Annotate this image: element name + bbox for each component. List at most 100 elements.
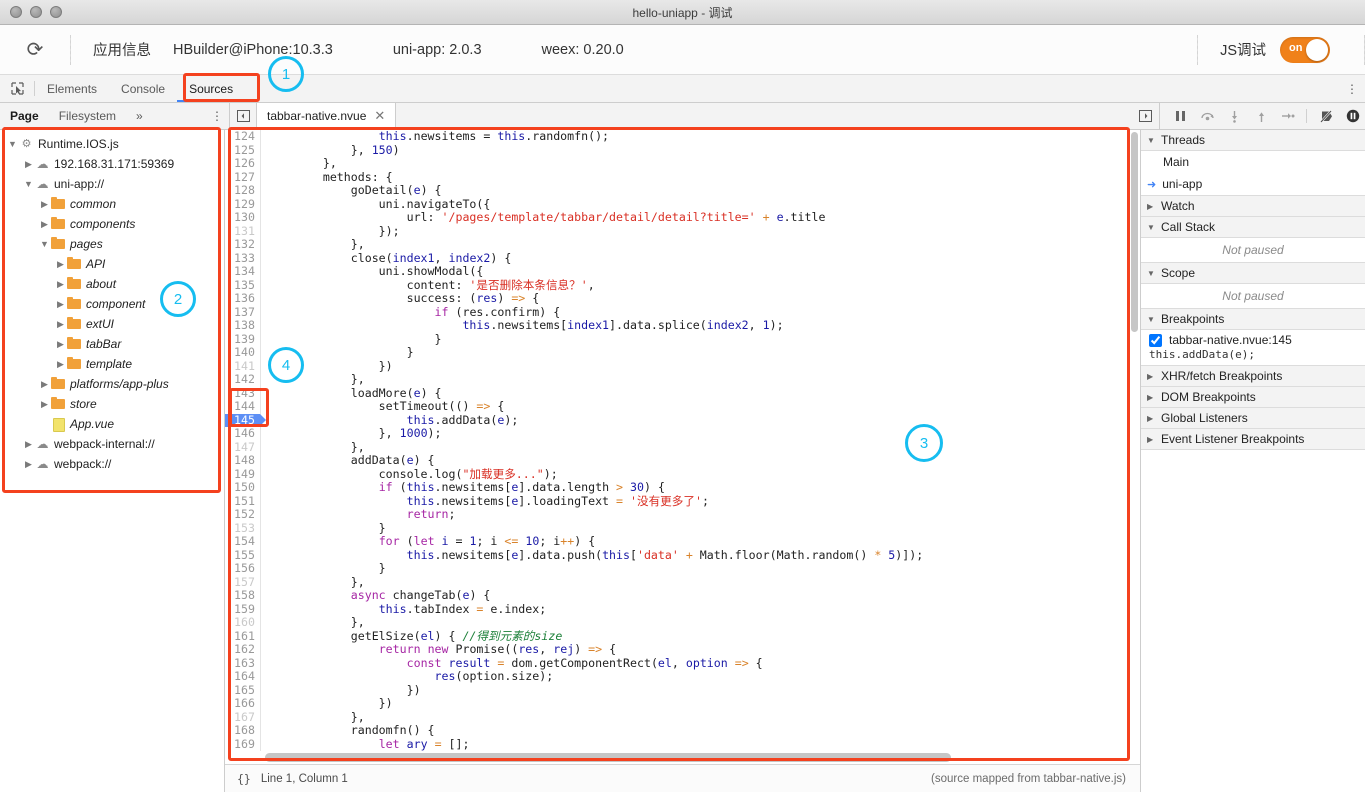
code-line[interactable]: this.newsitems[e].data.push(this['data' … <box>267 548 1140 563</box>
line-number[interactable]: 133 <box>225 251 260 266</box>
line-number[interactable]: 156 <box>225 561 260 576</box>
line-number[interactable]: 157 <box>225 575 260 590</box>
kebab-menu-icon[interactable]: ⋮ <box>1339 75 1365 102</box>
step-over-button[interactable] <box>1195 106 1220 126</box>
line-number[interactable]: 128 <box>225 183 260 198</box>
line-number[interactable]: 166 <box>225 696 260 711</box>
code-line[interactable]: randomfn() { <box>267 723 1140 738</box>
line-number[interactable]: 154 <box>225 534 260 549</box>
pause-resume-button[interactable] <box>1168 106 1193 126</box>
line-number[interactable]: 138 <box>225 318 260 333</box>
line-number[interactable]: 132 <box>225 237 260 252</box>
code-line[interactable]: }) <box>267 683 1140 698</box>
line-number[interactable]: 147 <box>225 440 260 455</box>
tree-item-app-vue[interactable]: App.vue <box>0 414 224 434</box>
line-number[interactable]: 149 <box>225 467 260 482</box>
line-number[interactable]: 168 <box>225 723 260 738</box>
code-line[interactable]: uni.navigateTo({ <box>267 197 1140 212</box>
twisty-collapsed-icon[interactable]: ▶ <box>38 379 51 390</box>
js-debug-toggle[interactable]: on <box>1280 36 1330 63</box>
twisty-collapsed-icon[interactable]: ▶ <box>54 359 67 370</box>
tree-item-webpack-internal[interactable]: ▶ ☁ webpack-internal:// <box>0 434 224 454</box>
code-line[interactable]: this.newsitems[e].loadingText = '没有更多了'; <box>267 494 1140 509</box>
twisty-expanded-icon[interactable]: ▼ <box>38 239 51 249</box>
code-line[interactable]: const result = dom.getComponentRect(el, … <box>267 656 1140 671</box>
line-number[interactable]: 153 <box>225 521 260 536</box>
line-number[interactable]: 145 <box>225 413 266 427</box>
line-number[interactable]: 131 <box>225 224 260 239</box>
code-line[interactable]: }, 150) <box>267 143 1140 158</box>
twisty-collapsed-icon[interactable]: ▶ <box>54 279 67 290</box>
tree-item-api[interactable]: ▶ API <box>0 254 224 274</box>
line-number[interactable]: 137 <box>225 305 260 320</box>
twisty-collapsed-icon[interactable]: ▶ <box>22 459 35 470</box>
line-number[interactable]: 159 <box>225 602 260 617</box>
line-number[interactable]: 141 <box>225 359 260 374</box>
tab-sources[interactable]: Sources <box>177 75 246 102</box>
line-number[interactable]: 155 <box>225 548 260 563</box>
code-line[interactable]: goDetail(e) { <box>267 183 1140 198</box>
navigator-kebab-menu-icon[interactable]: ⋮ <box>205 103 229 129</box>
reload-icon[interactable]: ⟳ <box>0 40 70 60</box>
line-number[interactable]: 129 <box>225 197 260 212</box>
section-call-stack[interactable]: ▼ Call Stack <box>1141 217 1365 238</box>
code-line[interactable]: addData(e) { <box>267 453 1140 468</box>
code-line[interactable]: }, <box>267 156 1140 171</box>
vertical-scrollbar[interactable] <box>1131 132 1138 332</box>
twisty-collapsed-icon[interactable]: ▶ <box>38 219 51 230</box>
code-line[interactable]: }) <box>267 359 1140 374</box>
tree-item-common[interactable]: ▶ common <box>0 194 224 214</box>
tree-item-extui[interactable]: ▶ extUI <box>0 314 224 334</box>
code-line[interactable]: }, <box>267 237 1140 252</box>
twisty-collapsed-icon[interactable]: ▶ <box>22 159 35 170</box>
twisty-collapsed-icon[interactable]: ▶ <box>54 259 67 270</box>
code-line[interactable]: }, <box>267 710 1140 725</box>
code-line[interactable]: success: (res) => { <box>267 291 1140 306</box>
inspect-element-icon[interactable] <box>0 75 34 102</box>
line-number[interactable]: 144 <box>225 399 260 414</box>
nav-tab-page[interactable]: Page <box>0 103 49 129</box>
tree-item-192-168-31-171-59369[interactable]: ▶ ☁ 192.168.31.171:59369 <box>0 154 224 174</box>
code-line[interactable]: close(index1, index2) { <box>267 251 1140 266</box>
twisty-collapsed-icon[interactable]: ▶ <box>38 199 51 210</box>
code-line[interactable]: url: '/pages/template/tabbar/detail/deta… <box>267 210 1140 225</box>
code-line[interactable]: }, <box>267 440 1140 455</box>
close-tab-icon[interactable]: ✕ <box>374 108 385 124</box>
line-number[interactable]: 134 <box>225 264 260 279</box>
code-line[interactable]: res(option.size); <box>267 669 1140 684</box>
code-line[interactable]: return; <box>267 507 1140 522</box>
line-number[interactable]: 151 <box>225 494 260 509</box>
tree-item-tabbar[interactable]: ▶ tabBar <box>0 334 224 354</box>
line-number[interactable]: 163 <box>225 656 260 671</box>
line-number[interactable]: 152 <box>225 507 260 522</box>
nav-tab-filesystem[interactable]: Filesystem <box>49 103 126 129</box>
navigator-file-tree[interactable]: ▼ ⚙ Runtime.IOS.js ▶ ☁ 192.168.31.171:59369 ▼ ☁… <box>0 130 225 792</box>
line-number[interactable]: 164 <box>225 669 260 684</box>
section-event-listener-breakpoints[interactable]: ▶ Event Listener Breakpoints <box>1141 429 1365 450</box>
step-into-button[interactable] <box>1222 106 1247 126</box>
section-dom-breakpoints[interactable]: ▶ DOM Breakpoints <box>1141 387 1365 408</box>
code-line[interactable]: for (let i = 1; i <= 10; i++) { <box>267 534 1140 549</box>
tree-item-pages[interactable]: ▼ pages <box>0 234 224 254</box>
section-xhr-fetch-breakpoints[interactable]: ▶ XHR/fetch Breakpoints <box>1141 366 1365 387</box>
code-content[interactable]: this.newsitems = this.randomfn(); }, 150… <box>261 130 1140 751</box>
code-line[interactable]: this.newsitems = this.randomfn(); <box>267 130 1140 144</box>
line-number[interactable]: 139 <box>225 332 260 347</box>
line-number[interactable]: 130 <box>225 210 260 225</box>
tab-elements[interactable]: Elements <box>35 75 109 102</box>
code-line[interactable]: } <box>267 561 1140 576</box>
section-breakpoints[interactable]: ▼ Breakpoints <box>1141 309 1365 330</box>
twisty-collapsed-icon[interactable]: ▶ <box>54 319 67 330</box>
code-line[interactable]: methods: { <box>267 170 1140 185</box>
tree-item-webpack[interactable]: ▶ ☁ webpack:// <box>0 454 224 474</box>
line-number-gutter[interactable]: 124 125 126 127 128 129 130 131 132 133 134 135 136 1… <box>225 130 266 751</box>
line-number[interactable]: 124 <box>225 130 260 144</box>
code-line[interactable]: } <box>267 332 1140 347</box>
line-number[interactable]: 146 <box>225 426 260 441</box>
breakpoint-item[interactable]: tabbar-native.nvue:145 <box>1141 330 1365 347</box>
code-line[interactable]: console.log("加载更多..."); <box>267 467 1140 482</box>
breakpoint-checkbox[interactable] <box>1149 333 1162 347</box>
code-line[interactable]: async changeTab(e) { <box>267 588 1140 603</box>
code-line[interactable]: loadMore(e) { <box>267 386 1140 401</box>
step-button[interactable] <box>1275 106 1300 126</box>
